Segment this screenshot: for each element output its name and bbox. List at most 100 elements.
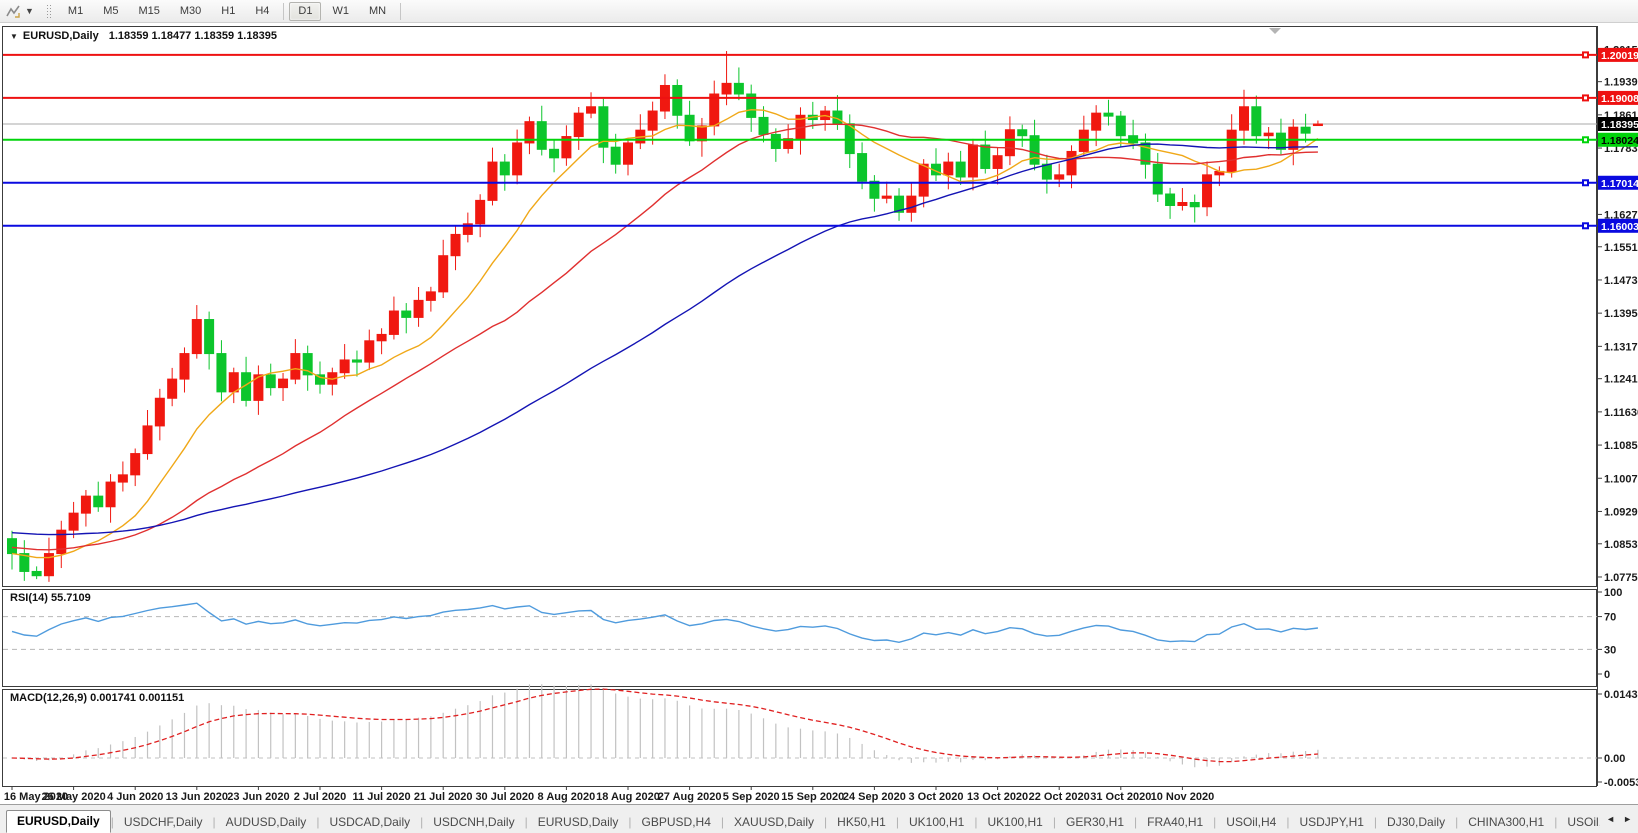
candle-body bbox=[143, 426, 152, 454]
candle-body bbox=[624, 143, 633, 164]
candle-body bbox=[858, 154, 867, 182]
price-axis-tick-label: 1.10850 bbox=[1604, 440, 1638, 452]
candle-body bbox=[1042, 164, 1051, 179]
candle-body bbox=[8, 539, 17, 554]
chart-tab-dj30-daily[interactable]: DJ30,Daily bbox=[1377, 812, 1455, 833]
candle-body bbox=[1289, 127, 1298, 149]
date-axis-label: 31 Oct 2020 bbox=[1090, 791, 1151, 803]
candle-body bbox=[648, 111, 657, 130]
candle-body bbox=[488, 162, 497, 200]
candle-body bbox=[168, 379, 177, 398]
candle-body bbox=[1301, 127, 1310, 133]
price-tag-label: 1.17014 bbox=[1601, 178, 1638, 190]
mt4-terminal-window: { "toolbar": { "indicator_icon": "zigzag… bbox=[0, 0, 1638, 833]
candle-body bbox=[131, 454, 140, 475]
chart-tab-ger30-h1[interactable]: GER30,H1 bbox=[1056, 812, 1134, 833]
price-axis-tick-label: 1.19390 bbox=[1604, 77, 1638, 89]
candle-body bbox=[81, 496, 90, 513]
chart-tab-usdcad-daily[interactable]: USDCAD,Daily bbox=[319, 812, 420, 833]
date-axis-label: 13 Oct 2020 bbox=[967, 791, 1028, 803]
line-handle-center bbox=[1584, 138, 1587, 141]
macd-axis-tick-label: 0.00 bbox=[1604, 753, 1625, 765]
candle-body bbox=[734, 83, 743, 94]
date-axis-label: 13 Jun 2020 bbox=[166, 791, 228, 803]
date-axis-label: 18 Aug 2020 bbox=[596, 791, 660, 803]
tab-scroll-arrows: ◄ ► bbox=[1600, 805, 1638, 833]
candle-body bbox=[94, 496, 103, 507]
candle-body bbox=[426, 292, 435, 301]
candle-body bbox=[291, 354, 300, 380]
chart-title: ▼ EURUSD,Daily 1.18359 1.18477 1.18359 1… bbox=[10, 30, 277, 42]
candle-body bbox=[266, 375, 275, 388]
rsi-axis-tick-label: 0 bbox=[1604, 669, 1610, 681]
price-tag-label: 1.16003 bbox=[1601, 221, 1638, 233]
candle-body bbox=[685, 115, 694, 141]
candle-body bbox=[1092, 113, 1101, 130]
candle-body bbox=[365, 341, 374, 362]
candle-body bbox=[1055, 175, 1064, 179]
candle-body bbox=[956, 162, 965, 177]
chart-tab-eurusd-daily[interactable]: EURUSD,Daily bbox=[6, 810, 111, 833]
line-handle-center bbox=[1584, 96, 1587, 99]
chart-tab-audusd-daily[interactable]: AUDUSD,Daily bbox=[216, 812, 317, 833]
price-axis-tick-label: 1.08530 bbox=[1604, 539, 1638, 551]
candle-body bbox=[611, 147, 620, 164]
candle-body bbox=[402, 311, 411, 317]
macd-axis-tick-label: -0.005396 bbox=[1604, 777, 1638, 789]
chart-tab-uk100-h1[interactable]: UK100,H1 bbox=[899, 812, 974, 833]
candle-body bbox=[303, 354, 312, 375]
candle-body bbox=[1116, 116, 1125, 136]
candle-body bbox=[279, 379, 288, 388]
candle-body bbox=[389, 311, 398, 334]
chart-tab-fra40-h1[interactable]: FRA40,H1 bbox=[1137, 812, 1213, 833]
candle-body bbox=[229, 373, 238, 392]
tab-scroll-right-icon[interactable]: ► bbox=[1623, 815, 1632, 824]
chart-tab-uk100-h1[interactable]: UK100,H1 bbox=[977, 812, 1052, 833]
candle-body bbox=[1313, 124, 1322, 126]
chart-symbol-period: EURUSD,Daily bbox=[23, 30, 99, 42]
candle-body bbox=[697, 126, 706, 141]
candle-body bbox=[1252, 107, 1261, 136]
candle-body bbox=[993, 156, 1002, 169]
candle-body bbox=[882, 196, 891, 198]
chart-tab-usoil-h4[interactable]: USOil,H4 bbox=[1216, 812, 1286, 833]
candle-body bbox=[217, 354, 226, 392]
chart-tab-gbpusd-h4[interactable]: GBPUSD,H4 bbox=[632, 812, 721, 833]
candle-body bbox=[106, 482, 115, 507]
chart-tab-usdjpy-h1[interactable]: USDJPY,H1 bbox=[1289, 812, 1373, 833]
collapse-triangle-icon[interactable]: ▼ bbox=[10, 32, 18, 41]
candle-body bbox=[118, 475, 127, 482]
chart-tab-china300-h1[interactable]: CHINA300,H1 bbox=[1458, 812, 1554, 833]
chart-tab-xauusd-daily[interactable]: XAUUSD,Daily bbox=[724, 812, 824, 833]
candle-body bbox=[537, 122, 546, 150]
candle-body bbox=[1067, 151, 1076, 174]
candle-body bbox=[451, 234, 460, 255]
line-handle-center bbox=[1584, 181, 1587, 184]
chart-tab-usdcnh-daily[interactable]: USDCNH,Daily bbox=[423, 812, 524, 833]
date-axis-label: 21 Jul 2020 bbox=[414, 791, 473, 803]
chart-tab-eurusd-daily[interactable]: EURUSD,Daily bbox=[528, 812, 629, 833]
candle-body bbox=[574, 113, 583, 136]
candle-body bbox=[907, 196, 916, 212]
candle-body bbox=[722, 83, 731, 94]
candle-body bbox=[1005, 130, 1014, 156]
candle-body bbox=[1178, 203, 1187, 206]
candle-body bbox=[968, 145, 977, 177]
candle-body bbox=[1190, 203, 1199, 207]
date-axis-label: 26 May 2020 bbox=[41, 791, 105, 803]
candle-body bbox=[192, 320, 201, 354]
candle-body bbox=[1203, 175, 1212, 207]
price-axis-tick-label: 1.12410 bbox=[1604, 374, 1638, 386]
date-axis-label: 3 Oct 2020 bbox=[908, 791, 963, 803]
rsi-axis-tick-label: 30 bbox=[1604, 644, 1616, 656]
price-axis-tick-label: 1.15510 bbox=[1604, 242, 1638, 254]
candle-body bbox=[57, 530, 66, 553]
chart-tab-usdchf-daily[interactable]: USDCHF,Daily bbox=[114, 812, 213, 833]
line-handle-center bbox=[1584, 53, 1587, 56]
chart-tab-usoil-h1[interactable]: USOil,H1 bbox=[1557, 812, 1600, 833]
chart-canvas[interactable]: 1.201501.193901.186101.178301.170501.162… bbox=[0, 0, 1638, 833]
candle-body bbox=[1264, 133, 1273, 136]
tab-scroll-left-icon[interactable]: ◄ bbox=[1606, 815, 1615, 824]
candle-body bbox=[1079, 130, 1088, 151]
chart-tab-hk50-h1[interactable]: HK50,H1 bbox=[827, 812, 896, 833]
